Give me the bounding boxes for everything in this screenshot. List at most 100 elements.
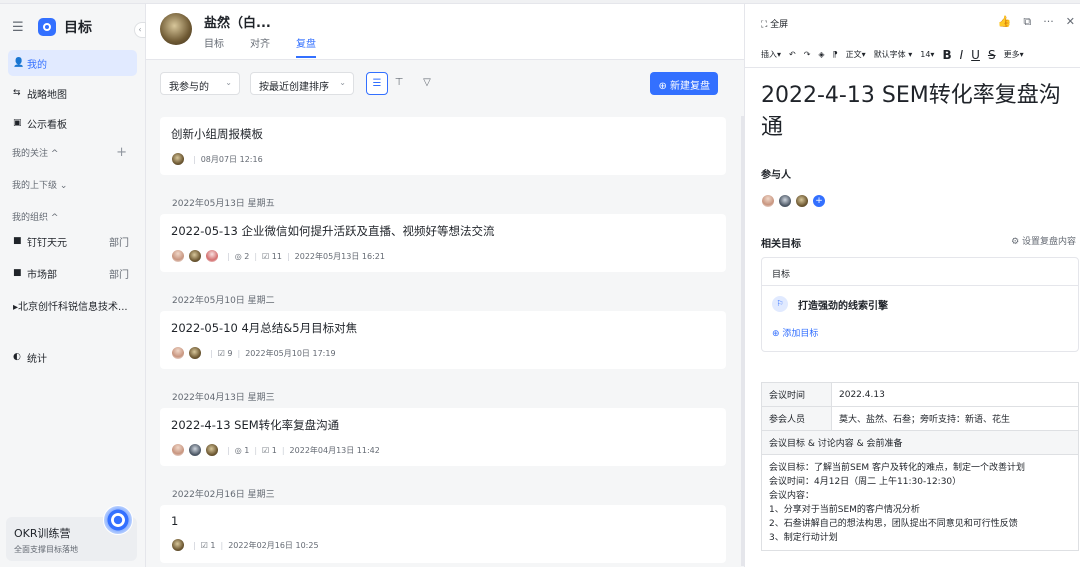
avatar[interactable] [761, 194, 775, 208]
review-card[interactable]: 1 | ☑ 1 | 2022年02月16日 10:25 [160, 505, 726, 563]
meeting-time-value[interactable]: 2022.4.13 [831, 382, 1079, 407]
review-title: 2022-05-13 企业微信如何提升活跃及直播、视频好等想法交流 [171, 224, 495, 238]
avatar [188, 249, 202, 263]
agenda-line: 3、制定行动计划 [769, 533, 838, 543]
font-family-select[interactable]: 默认字体 ▾ [874, 49, 913, 60]
participation-filter-select[interactable]: 我参与的 ⌄ [160, 72, 240, 95]
okr-badge-icon [103, 505, 133, 535]
section-hierarchy-label: 我的上下级 ⌄ [12, 180, 68, 191]
sidebar-item-company[interactable]: ▸北京创忏科锐信息技术... [8, 292, 137, 318]
attendees-key: 参会人员 [761, 406, 832, 431]
date-group-header: 2022年04月13日 星期三 [172, 393, 275, 403]
like-icon[interactable]: 👍 [998, 15, 1012, 29]
avatar [171, 443, 185, 457]
sidebar-item-org-dingtalk[interactable]: ■ 钉钉天元 部门 [8, 228, 137, 254]
department-icon: ■ [13, 268, 22, 278]
open-external-icon[interactable]: ⧉ [1023, 15, 1031, 29]
date-group-header: 2022年05月10日 星期二 [172, 296, 275, 306]
section-hierarchy[interactable]: 我的上下级 ⌄ [0, 172, 145, 196]
strikethrough-button[interactable]: S [988, 48, 996, 62]
review-card[interactable]: 2022-05-10 4月总结&5月目标对焦 | ☑ 9 | 2022年05月1… [160, 311, 726, 369]
review-card[interactable]: 2022-05-13 企业微信如何提升活跃及直播、视频好等想法交流 | ◎ 2 … [160, 214, 726, 272]
related-goals-box: 目标 ⚐ 打造强劲的线索引擎 ⊕ 添加目标 [761, 257, 1079, 352]
review-card[interactable]: 2022-4-13 SEM转化率复盘沟通 | ◎ 1 | ☑ 1 | 2022年… [160, 408, 726, 466]
avatar[interactable] [795, 194, 809, 208]
chevron-down-icon: ⌄ [225, 78, 232, 87]
sidebar-item-org-market[interactable]: ■ 市场部 部门 [8, 260, 137, 286]
format-painter-icon[interactable]: ⁋ [833, 50, 838, 59]
avatar[interactable] [778, 194, 792, 208]
collapse-sidebar-button[interactable]: ‹ [134, 22, 146, 38]
close-icon[interactable]: ✕ [1066, 15, 1075, 29]
hamburger-menu-icon[interactable]: ☰ [12, 20, 26, 35]
undo-icon[interactable]: ↶ [789, 50, 796, 59]
user-icon: 👤 [13, 58, 25, 68]
add-follow-icon[interactable]: + [116, 145, 127, 160]
more-format-menu[interactable]: 更多▾ [1004, 49, 1024, 60]
org-label: 市场部 [27, 269, 57, 281]
set-review-content-button[interactable]: ⚙ 设置复盘内容 [1011, 234, 1076, 247]
agenda-line: 会议时间：4月12日（周二 上午11:30-12:30） [769, 477, 962, 487]
attendees-value[interactable]: 莫大、盐然、石叁；旁听支持：新语、花生 [831, 406, 1079, 431]
department-icon: ■ [13, 236, 22, 246]
agenda-content[interactable]: 会议目标：了解当前SEM 客户及转化的难点，制定一个改善计划 会议时间：4月12… [761, 454, 1079, 551]
okr-training-card[interactable]: OKR训练营 全面支撑目标落地 [6, 505, 137, 561]
meeting-table: 会议时间 2022.4.13 参会人员 莫大、盐然、石叁；旁听支持：新语、花生 … [761, 382, 1079, 551]
profile-tabs: 目标 对齐 复盘 [204, 35, 342, 58]
sidebar-item-stats[interactable]: ◐ 统计 [8, 344, 137, 370]
chevron-down-icon: ⌄ [339, 78, 346, 87]
avatar [171, 152, 185, 166]
italic-button[interactable]: I [960, 48, 964, 62]
review-time: 08月07日 12:16 [200, 154, 263, 164]
company-label: ▸北京创忏科锐信息技术... [13, 301, 128, 313]
review-meta: | ◎ 1 | ☑ 1 | 2022年04月13日 11:42 [171, 443, 715, 457]
clear-format-icon[interactable]: ◈ [818, 50, 824, 59]
add-goal-button[interactable]: ⊕ 添加目标 [762, 322, 1078, 343]
sort-select[interactable]: 按最近创建排序 ⌄ [250, 72, 354, 95]
sidebar-item-mine[interactable]: 👤 我的 [8, 50, 137, 76]
tree-view-button[interactable]: ⊤ [388, 72, 410, 95]
check-count: ☑ 1 [262, 445, 277, 455]
check-count: ☑ 9 [217, 348, 233, 358]
avatar[interactable] [160, 13, 192, 45]
profile-header: 盐然（白... 目标 对齐 复盘 [146, 4, 744, 60]
app-logo-icon [38, 18, 56, 36]
add-participant-icon[interactable]: + [812, 194, 826, 208]
avatar [205, 249, 219, 263]
paragraph-style-select[interactable]: 正文▾ [846, 49, 866, 60]
tab-goals[interactable]: 目标 [204, 35, 224, 58]
doc-title[interactable]: 2022-4-13 SEM转化率复盘沟通 [761, 80, 1079, 144]
review-time: 2022年02月16日 10:25 [228, 540, 319, 550]
okr-card-subtitle: 全面支撑目标落地 [14, 545, 78, 554]
tab-review[interactable]: 复盘 [296, 35, 316, 58]
sidebar-item-board[interactable]: ▣ 公示看板 [8, 110, 137, 136]
sidebar-item-strategy-map[interactable]: ⇆ 战略地图 [8, 80, 137, 106]
tab-align[interactable]: 对齐 [250, 35, 270, 58]
fullscreen-button[interactable]: ⛶ 全屏 [761, 17, 788, 30]
org-tag: 部门 [109, 269, 129, 281]
agenda-line: 会议内容： [769, 491, 815, 501]
list-view-button[interactable]: ☰ [366, 72, 388, 95]
new-review-button[interactable]: ⊕ 新建复盘 [650, 72, 718, 95]
review-title: 2022-05-10 4月总结&5月目标对焦 [171, 321, 358, 335]
comment-count: ◎ 2 [234, 251, 250, 261]
section-following[interactable]: 我的关注 ^ + [0, 140, 145, 164]
section-organization[interactable]: 我的组织 ^ [0, 204, 145, 228]
insert-menu[interactable]: 插入▾ [761, 49, 781, 60]
check-count: ☑ 11 [262, 251, 282, 261]
filter-button[interactable]: ▽ [416, 72, 438, 95]
review-meta: | ☑ 9 | 2022年05月10日 17:19 [171, 346, 715, 360]
font-size-select[interactable]: 14▾ [920, 50, 934, 59]
underline-button[interactable]: U [971, 48, 980, 62]
review-list-pane: 盐然（白... 目标 对齐 复盘 我参与的 ⌄ 按最近创建排序 ⌄ ☰ ⊤ ▽ … [146, 4, 744, 567]
redo-icon[interactable]: ↷ [804, 50, 811, 59]
agenda-line: 2、石叁讲解自己的想法构思，团队提出不同意见和可行性反馈 [769, 519, 1018, 529]
goal-item[interactable]: ⚐ 打造强劲的线索引擎 [762, 286, 1078, 322]
review-card[interactable]: 创新小组周报模板 | 08月07日 12:16 [160, 117, 726, 175]
org-label: 钉钉天元 [27, 237, 67, 249]
goal-title: 打造强劲的线索引擎 [798, 300, 888, 312]
bold-button[interactable]: B [942, 48, 951, 62]
section-organization-label: 我的组织 ^ [12, 212, 59, 223]
more-icon[interactable]: ··· [1043, 15, 1054, 29]
date-group-header: 2022年05月13日 星期五 [172, 199, 275, 209]
